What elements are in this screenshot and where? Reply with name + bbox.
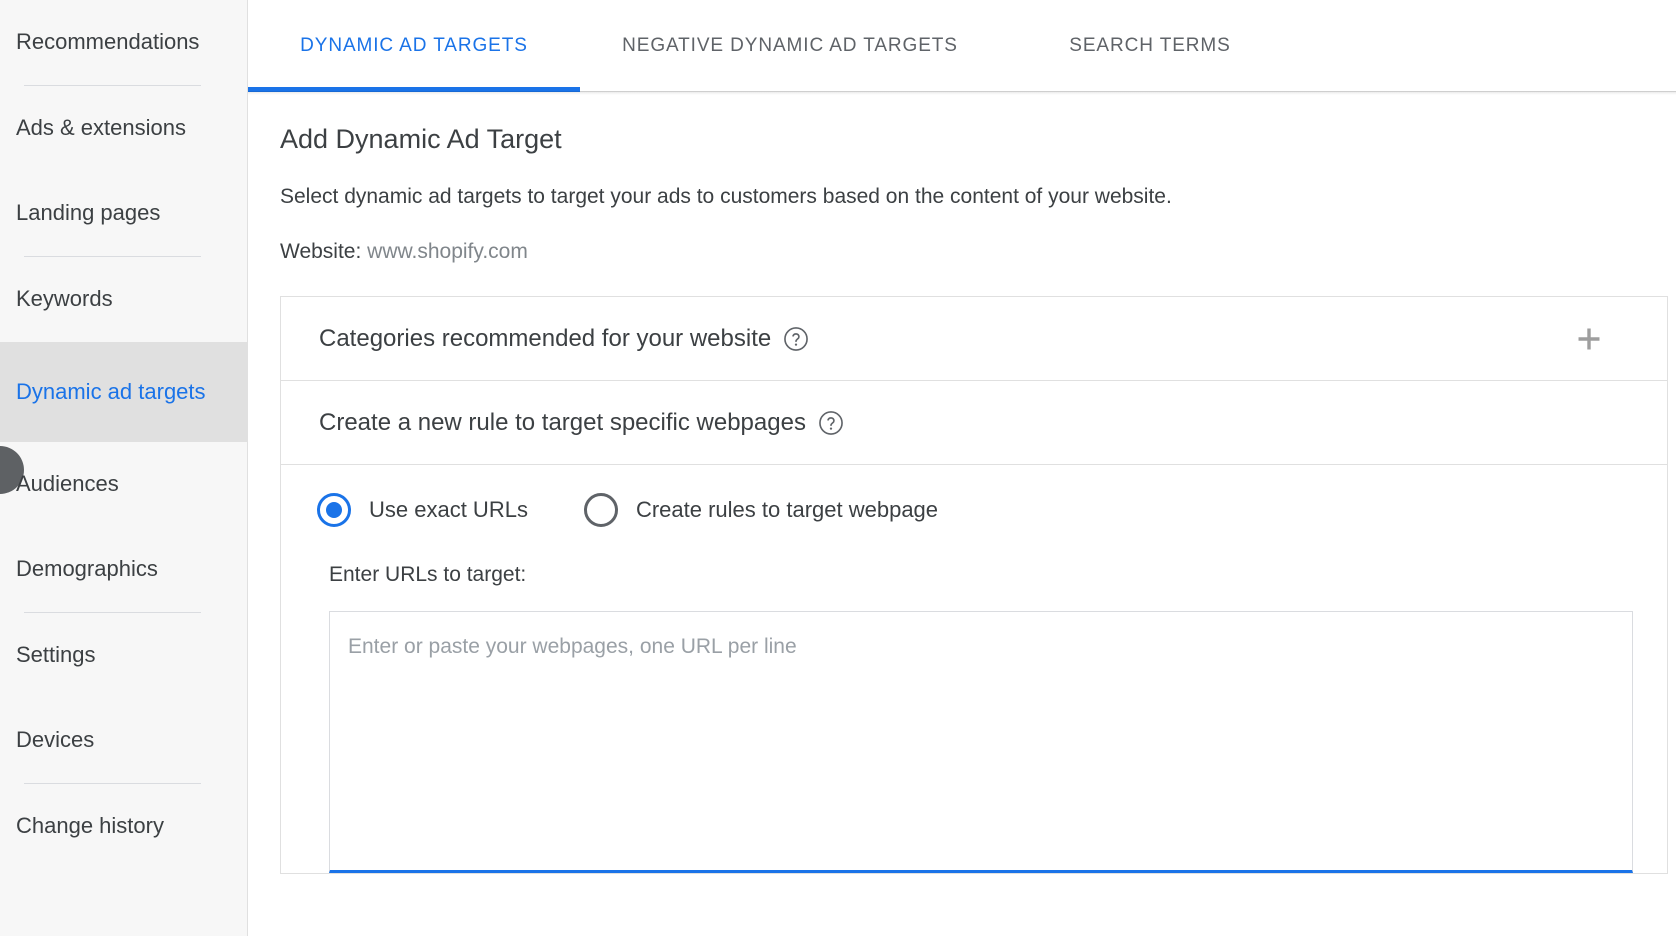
- sidebar-item-dynamic-ad-targets[interactable]: Dynamic ad targets: [0, 342, 247, 442]
- help-circle-icon[interactable]: [783, 326, 809, 352]
- sidebar-item-change-history[interactable]: Change history: [0, 784, 247, 869]
- create-new-rule-body: Use exact URLs Create rules to target we…: [281, 465, 1667, 873]
- plus-icon[interactable]: [1563, 313, 1615, 365]
- sidebar-item-label: Change history: [16, 812, 164, 840]
- sidebar-item-label: Settings: [16, 641, 96, 669]
- sidebar-item-landing-pages[interactable]: Landing pages: [0, 171, 247, 256]
- sidebar-item-ads-extensions[interactable]: Ads & extensions: [0, 86, 247, 171]
- sidebar-item-keywords[interactable]: Keywords: [0, 257, 247, 342]
- page-title: Add Dynamic Ad Target: [280, 124, 1676, 155]
- radio-button-icon: [584, 493, 618, 527]
- enter-urls-label: Enter URLs to target:: [329, 563, 1667, 587]
- categories-recommended-header[interactable]: Categories recommended for your website: [281, 297, 1667, 381]
- tab-negative-dynamic-ad-targets[interactable]: NEGATIVE DYNAMIC AD TARGETS: [580, 0, 1000, 92]
- sidebar-item-label: Demographics: [16, 555, 158, 583]
- sidebar-item-demographics[interactable]: Demographics: [0, 527, 247, 612]
- radio-label: Create rules to target webpage: [636, 497, 938, 523]
- website-value: www.shopify.com: [367, 240, 528, 263]
- cards-container: Categories recommended for your website: [280, 296, 1668, 874]
- sidebar-item-label: Devices: [16, 726, 94, 754]
- radio-label: Use exact URLs: [369, 497, 528, 523]
- sidebar-item-label: Recommendations: [16, 28, 199, 56]
- sidebar-item-label: Audiences: [16, 470, 119, 498]
- create-new-rule-header[interactable]: Create a new rule to target specific web…: [281, 381, 1667, 465]
- sidebar-item-devices[interactable]: Devices: [0, 698, 247, 783]
- radio-use-exact-urls[interactable]: Use exact URLs: [317, 493, 528, 527]
- app-root: Recommendations Ads & extensions Landing…: [0, 0, 1676, 936]
- urls-textarea-wrapper[interactable]: [329, 611, 1633, 873]
- left-sidebar: Recommendations Ads & extensions Landing…: [0, 0, 248, 936]
- urls-textarea[interactable]: [330, 612, 1632, 870]
- main-panel: DYNAMIC AD TARGETS NEGATIVE DYNAMIC AD T…: [248, 0, 1676, 936]
- tab-label: DYNAMIC AD TARGETS: [300, 35, 528, 57]
- radio-create-rules-to-target-webpage[interactable]: Create rules to target webpage: [584, 493, 938, 527]
- create-new-rule-label: Create a new rule to target specific web…: [319, 409, 806, 437]
- sidebar-item-label: Landing pages: [16, 199, 160, 227]
- page-description: Select dynamic ad targets to target your…: [280, 185, 1676, 209]
- target-mode-radio-group: Use exact URLs Create rules to target we…: [281, 465, 1667, 527]
- tab-label: NEGATIVE DYNAMIC AD TARGETS: [622, 35, 958, 57]
- sidebar-item-settings[interactable]: Settings: [0, 613, 247, 698]
- sidebar-item-recommendations[interactable]: Recommendations: [0, 0, 247, 85]
- website-label: Website:: [280, 240, 361, 263]
- tab-search-terms[interactable]: SEARCH TERMS: [1000, 0, 1300, 92]
- sidebar-item-label: Keywords: [16, 285, 113, 313]
- content-area: Add Dynamic Ad Target Select dynamic ad …: [248, 124, 1676, 874]
- sidebar-item-audiences[interactable]: Audiences: [0, 442, 247, 527]
- tab-label: SEARCH TERMS: [1069, 35, 1230, 57]
- tab-dynamic-ad-targets[interactable]: DYNAMIC AD TARGETS: [248, 0, 580, 92]
- sidebar-item-label: Dynamic ad targets: [16, 378, 206, 406]
- radio-button-icon: [317, 493, 351, 527]
- help-circle-icon[interactable]: [818, 410, 844, 436]
- categories-recommended-label: Categories recommended for your website: [319, 325, 771, 353]
- website-line: Website: www.shopify.com: [280, 240, 1676, 264]
- tab-bar: DYNAMIC AD TARGETS NEGATIVE DYNAMIC AD T…: [248, 0, 1676, 92]
- sidebar-item-label: Ads & extensions: [16, 114, 186, 142]
